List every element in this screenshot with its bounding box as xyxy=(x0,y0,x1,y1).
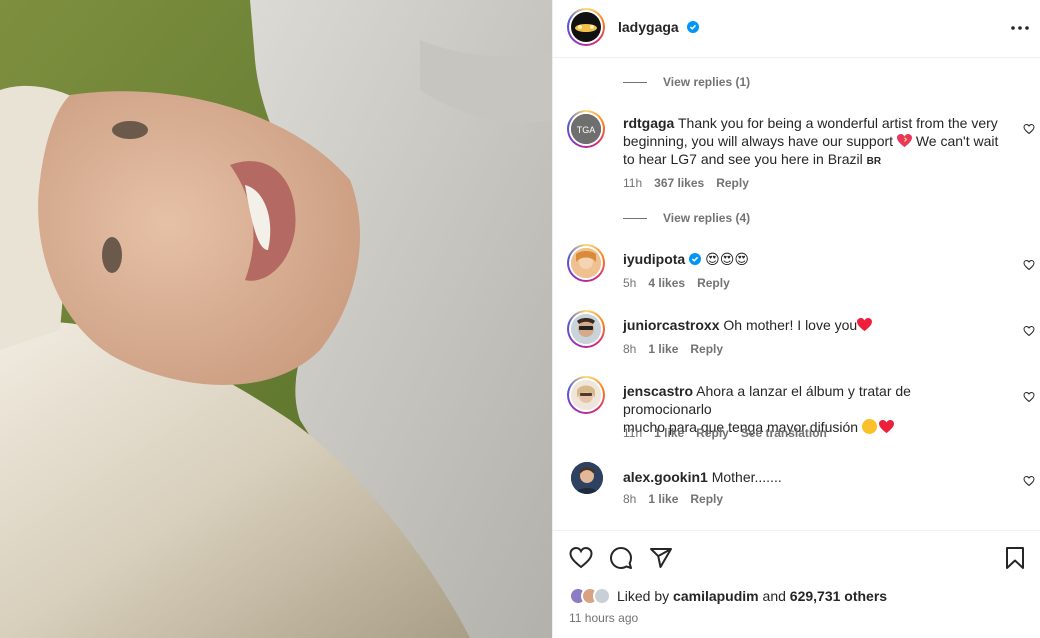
like-comment-heart-icon[interactable] xyxy=(1023,123,1035,135)
comment-meta: 11h 367 likes Reply xyxy=(623,176,749,190)
view-replies-link[interactable]: View replies (1) xyxy=(623,75,750,89)
heart-icon[interactable] xyxy=(569,546,593,570)
svg-text:TGA: TGA xyxy=(577,125,596,135)
comment-username[interactable]: alex.gookin1 xyxy=(623,469,708,485)
liked-by-user[interactable]: camilapudim xyxy=(673,588,759,604)
commenter-avatar[interactable] xyxy=(571,462,603,494)
comment-text: juniorcastroxx Oh mother! I love you xyxy=(623,316,1003,334)
post-footer: Liked by camilapudim and 629,731 others … xyxy=(553,530,1040,638)
comment-time: 11h xyxy=(623,426,643,440)
view-replies-label: View replies (4) xyxy=(663,211,751,225)
comment-text-line: beginning, you will always have our supp… xyxy=(623,133,894,149)
comment-time: 8h xyxy=(623,342,637,356)
post-photo xyxy=(0,0,552,638)
replies-divider xyxy=(623,81,647,83)
bookmark-icon[interactable] xyxy=(1003,546,1027,570)
comment-meta: 8h 1 like Reply xyxy=(623,492,723,506)
view-replies-label: View replies (1) xyxy=(663,75,751,89)
like-comment-heart-icon[interactable] xyxy=(1023,475,1035,487)
gift-heart-emoji xyxy=(896,134,912,148)
comment-text-line: Oh mother! I love you xyxy=(723,317,858,333)
comment-likes[interactable]: 367 likes xyxy=(654,176,704,190)
reply-button[interactable]: Reply xyxy=(697,276,730,290)
post-panel: ladygaga View replies (1) TGA rdtgaga Th… xyxy=(552,0,1040,638)
comment-icon[interactable] xyxy=(609,546,633,570)
commenter-avatar[interactable] xyxy=(567,244,605,282)
comment-username[interactable]: rdtgaga xyxy=(623,115,674,131)
comment-username[interactable]: jenscastro xyxy=(623,383,693,399)
like-comment-heart-icon[interactable] xyxy=(1023,259,1035,271)
comment-text-line: We can't wait xyxy=(915,133,999,149)
commenter-avatar[interactable]: TGA xyxy=(567,110,605,148)
comment-meta: 11h 1 like Reply See translation xyxy=(623,426,827,440)
photo-illustration xyxy=(0,0,552,638)
comment-time: 5h xyxy=(623,276,637,290)
likes-summary: Liked by camilapudim and 629,731 others xyxy=(569,587,887,605)
comment-text-line: Thank you for being a wonderful artist f… xyxy=(677,115,998,131)
like-comment-heart-icon[interactable] xyxy=(1023,391,1035,403)
liked-by-and: and xyxy=(762,588,786,604)
share-icon[interactable] xyxy=(649,546,673,570)
reply-button[interactable]: Reply xyxy=(696,426,729,440)
liker-avatar[interactable] xyxy=(593,587,611,605)
comment-username[interactable]: juniorcastroxx xyxy=(623,317,719,333)
see-translation-link[interactable]: See translation xyxy=(741,426,827,440)
reply-button[interactable]: Reply xyxy=(690,342,723,356)
post-time[interactable]: 11 hours ago xyxy=(569,611,638,625)
comment-text: iyudipota 😍😍😍 xyxy=(623,250,1003,268)
comment-time: 8h xyxy=(623,492,637,506)
more-options-button[interactable] xyxy=(1009,18,1031,38)
reply-button[interactable]: Reply xyxy=(690,492,723,506)
commenter-avatar[interactable] xyxy=(567,310,605,348)
reply-button[interactable]: Reply xyxy=(716,176,749,190)
post-header: ladygaga xyxy=(553,0,1040,58)
post-view: ladygaga View replies (1) TGA rdtgaga Th… xyxy=(0,0,1040,638)
heart-eyes-emoji xyxy=(861,419,877,434)
red-heart-emoji xyxy=(857,318,873,332)
comment-text-line: to hear LG7 and see you here in Brazil xyxy=(623,151,863,167)
comment-likes[interactable]: 4 likes xyxy=(648,276,685,290)
comment-meta: 5h 4 likes Reply xyxy=(623,276,730,290)
comment-username[interactable]: iyudipota xyxy=(623,251,685,267)
comment-time: 11h xyxy=(623,176,643,190)
comment-likes[interactable]: 1 like xyxy=(648,342,678,356)
comment-likes[interactable]: 1 like xyxy=(648,492,678,506)
action-bar xyxy=(569,546,673,570)
flag-label: BR xyxy=(866,156,882,167)
author-username[interactable]: ladygaga xyxy=(618,19,679,35)
red-heart-emoji xyxy=(878,420,894,434)
like-comment-heart-icon[interactable] xyxy=(1023,325,1035,337)
commenter-avatar[interactable] xyxy=(567,376,605,414)
replies-divider xyxy=(623,217,647,219)
liked-by-prefix: Liked by xyxy=(617,588,670,604)
liker-avatars xyxy=(569,587,611,605)
likes-count[interactable]: 629,731 others xyxy=(790,588,887,604)
comment-meta: 8h 1 like Reply xyxy=(623,342,723,356)
comment-text-line: Mother....... xyxy=(711,469,782,485)
comment-text: rdtgaga Thank you for being a wonderful … xyxy=(623,114,1003,171)
verified-icon xyxy=(689,253,702,265)
comment-emoji-text: 😍😍😍 xyxy=(705,251,749,267)
verified-icon xyxy=(687,21,699,33)
author-avatar[interactable] xyxy=(567,8,605,46)
more-icon xyxy=(1011,26,1029,30)
view-replies-link[interactable]: View replies (4) xyxy=(623,211,750,225)
comment-text: alex.gookin1 Mother....... xyxy=(623,468,1003,486)
comment-likes[interactable]: 1 like xyxy=(654,426,684,440)
